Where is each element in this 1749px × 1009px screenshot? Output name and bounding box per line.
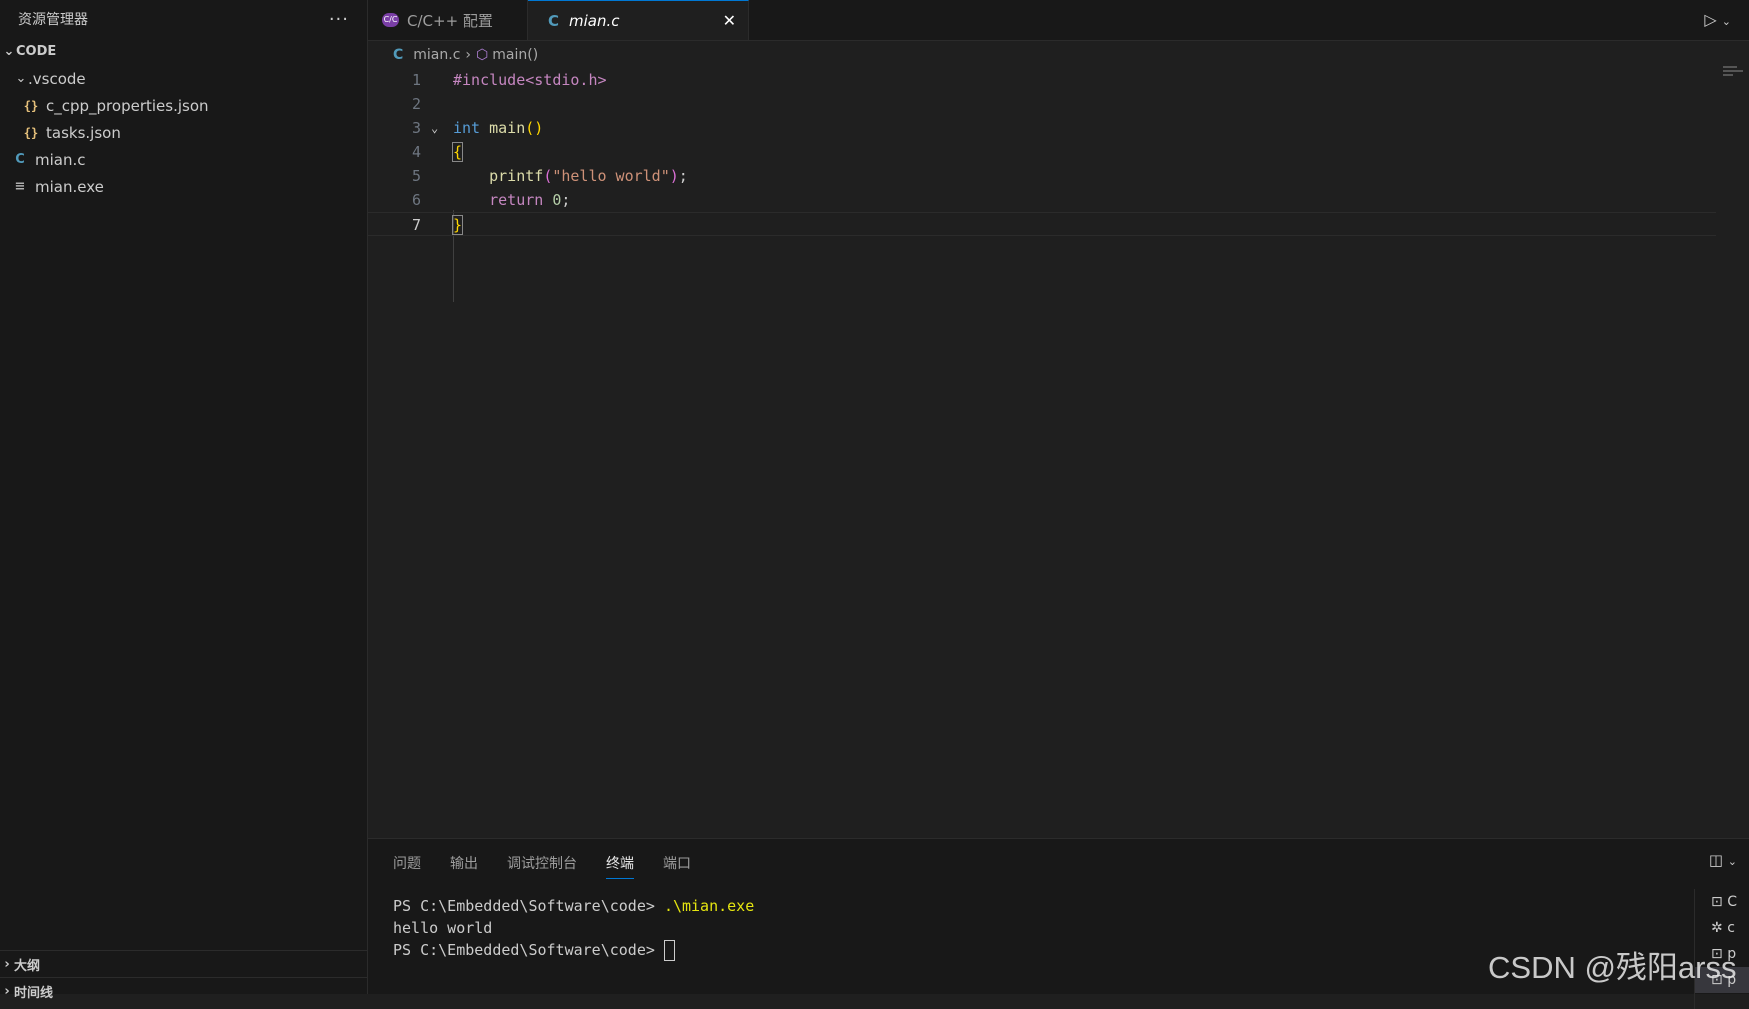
json-file-icon: {} (23, 125, 39, 140)
function-name: main (489, 119, 526, 137)
tree-item-vscode[interactable]: ⌄ .vscode (0, 65, 367, 92)
terminal-command: .\mian.exe (663, 897, 755, 915)
chevron-right-icon: › (4, 957, 10, 972)
cpp-config-icon: C/C (382, 13, 399, 27)
timeline-section[interactable]: › 时间线 (0, 977, 367, 1005)
tree-item-mian-exe[interactable]: ≡ mian.exe (0, 173, 367, 200)
line-number: 1 (411, 71, 421, 89)
terminal-output[interactable]: PS C:\Embedded\Software\code> .\mian.exe… (393, 895, 754, 961)
tab-debug-console[interactable]: 调试控制台 (507, 853, 577, 879)
fold-chevron-icon[interactable]: ⌄ (431, 116, 438, 140)
line-number: 4 (411, 143, 421, 161)
terminal-icon: ⊡ (1711, 894, 1723, 910)
breadcrumb-symbol[interactable]: main() (492, 47, 538, 63)
terminal-line: PS C:\Embedded\Software\code> .\mian.exe (393, 895, 754, 917)
tree-item-mian-c[interactable]: C mian.c (0, 146, 367, 173)
terminal-instance[interactable]: ✲ c (1695, 915, 1749, 941)
string-literal: "hello world" (552, 167, 670, 185)
chevron-right-icon: › (4, 984, 10, 999)
explorer-sidebar: 资源管理器 ··· ⌄ CODE ⌄ .vscode {} c_cpp_prop… (0, 0, 368, 1001)
code-line[interactable]: 2 (368, 92, 1716, 116)
tree-item-label: mian.c (35, 150, 86, 169)
code-text: #include<stdio.h> (453, 71, 607, 89)
line-number: 6 (411, 191, 421, 209)
terminal-instance[interactable]: ⊡ C (1695, 889, 1749, 915)
json-file-icon: {} (23, 98, 39, 113)
binary-file-icon: ≡ (14, 179, 26, 194)
c-file-icon: C (15, 152, 25, 167)
split-layout-icon: ◫ (1708, 851, 1723, 869)
folder-code[interactable]: ⌄ CODE (0, 38, 367, 65)
brace-open: { (451, 142, 464, 162)
chevron-down-icon: ⌄ (15, 71, 27, 86)
symbol-method-icon: ⬡ (476, 47, 489, 63)
terminal-instance-label: c (1727, 920, 1735, 936)
line-number: 3 (411, 119, 421, 137)
outline-label: 大纲 (14, 959, 41, 974)
brace-close: } (451, 215, 464, 235)
line-number: 5 (411, 167, 421, 185)
breadcrumb: C mian.c › ⬡ main() (393, 44, 538, 66)
tab-label: mian.c (569, 11, 620, 30)
explorer-header: 资源管理器 ··· (0, 0, 367, 38)
run-icon: ▷ (1704, 10, 1717, 29)
breadcrumb-file[interactable]: mian.c (413, 47, 460, 63)
code-line[interactable]: 1 #include<stdio.h> (368, 68, 1716, 92)
semicolon: ; (678, 167, 688, 185)
code-line[interactable]: 5 printf("hello world"); (368, 164, 1716, 188)
chevron-down-icon: ⌄ (3, 44, 15, 59)
line-number: 2 (411, 95, 421, 113)
tab-label: C/C++ 配置 (407, 11, 493, 30)
tab-terminal[interactable]: 终端 (606, 853, 634, 879)
paren: ( (543, 167, 553, 185)
terminal-line: PS C:\Embedded\Software\code> (393, 939, 754, 961)
chevron-down-icon: ⌄ (1721, 15, 1731, 28)
code-editor[interactable]: 1 #include<stdio.h> 2 3 ⌄ int main() 4 {… (368, 68, 1716, 302)
tree-item-c-cpp-properties[interactable]: {} c_cpp_properties.json (0, 92, 367, 119)
outline-section[interactable]: › 大纲 (0, 950, 367, 978)
debug-icon: ✲ (1711, 920, 1723, 936)
keyword: return (489, 191, 544, 209)
watermark: CSDN @残阳arss (1488, 950, 1737, 985)
tree-item-tasks-json[interactable]: {} tasks.json (0, 119, 367, 146)
folder-label: CODE (16, 44, 57, 59)
chevron-right-icon: › (465, 47, 472, 63)
c-file-icon: C (548, 11, 560, 30)
close-icon[interactable]: ✕ (723, 11, 736, 30)
panel-tabs: 问题 输出 调试控制台 终端 端口 (393, 853, 720, 879)
tab-ports[interactable]: 端口 (663, 853, 691, 879)
editor-tab-bar: C/C C/C++ 配置 C mian.c ✕ ▷ ⌄ (368, 0, 1749, 41)
code-line[interactable]: 3 ⌄ int main() (368, 116, 1716, 140)
tab-mian-c[interactable]: C mian.c ✕ (528, 0, 749, 40)
tab-cpp-config[interactable]: C/C C/C++ 配置 (368, 0, 528, 40)
more-actions-button[interactable]: ··· (329, 9, 349, 30)
code-line[interactable]: 4 { (368, 140, 1716, 164)
tree-item-label: .vscode (28, 69, 86, 88)
tree-item-label: mian.exe (35, 177, 104, 196)
semicolon: ; (561, 191, 571, 209)
terminal-line: hello world (393, 919, 493, 937)
chevron-down-icon: ⌄ (1727, 855, 1737, 868)
terminal-cursor (663, 940, 675, 961)
run-debug-button[interactable]: ▷ ⌄ (1704, 10, 1731, 29)
paren: ) (669, 167, 679, 185)
terminal-instance-label: C (1727, 894, 1737, 910)
code-line-current[interactable]: 7 } (368, 212, 1716, 236)
terminal-prompt: PS C:\Embedded\Software\code> (393, 941, 664, 959)
tab-output[interactable]: 输出 (450, 853, 478, 879)
explorer-title: 资源管理器 (18, 12, 88, 28)
line-number: 7 (411, 216, 421, 234)
timeline-label: 时间线 (14, 986, 54, 1001)
function-call: printf (489, 167, 544, 185)
paren: () (525, 119, 544, 137)
terminal-prompt: PS C:\Embedded\Software\code> (393, 897, 664, 915)
minimap[interactable] (1719, 64, 1749, 84)
panel-layout-button[interactable]: ◫ ⌄ (1709, 851, 1737, 869)
tree-item-label: c_cpp_properties.json (46, 96, 209, 115)
c-file-icon: C (393, 47, 404, 63)
tree-item-label: tasks.json (46, 123, 121, 142)
tab-problems[interactable]: 问题 (393, 853, 421, 879)
code-line[interactable]: 6 return 0; (368, 188, 1716, 212)
keyword: int (453, 119, 481, 137)
